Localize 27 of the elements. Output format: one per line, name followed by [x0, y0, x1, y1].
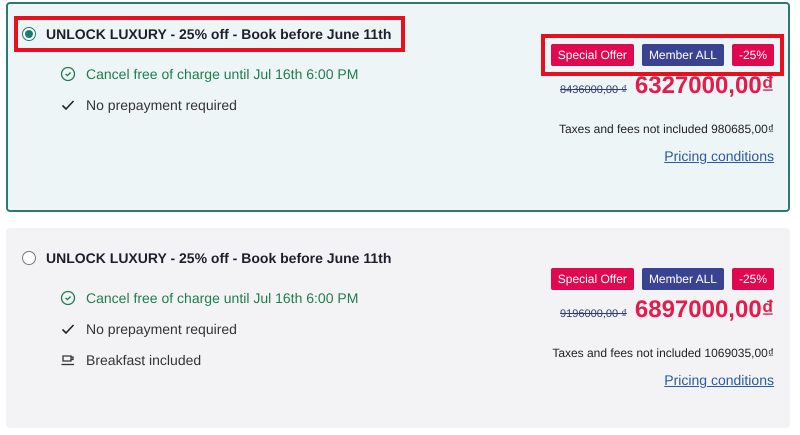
clock-icon	[60, 66, 76, 82]
offer-badge: Special Offer	[550, 44, 634, 66]
taxes-note: Taxes and fees not included 1069035,00₫	[552, 346, 774, 360]
offer-card[interactable]	[6, 228, 790, 428]
feature-text: Cancel free of charge until Jul 16th 6:00 PM	[86, 290, 358, 306]
feature-text: No prepayment required	[86, 96, 237, 112]
original-price: 8436000,00 ₫	[560, 84, 627, 96]
offer-card[interactable]	[6, 2, 790, 212]
original-price: 9196000,00 ₫	[560, 308, 627, 320]
discounted-price: 6327000,00₫	[634, 72, 774, 100]
radio-button[interactable]	[22, 27, 36, 41]
pricing-conditions-link[interactable]: Pricing conditions	[664, 372, 774, 388]
clock-icon	[60, 290, 76, 306]
offer-badge: Special Offer	[550, 268, 634, 290]
offer-title: UNLOCK LUXURY - 25% off - Book before June 11th	[46, 26, 392, 42]
discounted-price: 6897000,00₫	[634, 296, 774, 324]
feature-text: Breakfast included	[86, 352, 202, 368]
feature-text: No prepayment required	[86, 320, 237, 336]
offer-badge: Member ALL	[642, 44, 724, 66]
offer-badge: -25%	[732, 44, 774, 66]
radio-button[interactable]	[22, 251, 36, 265]
offer-badge: Member ALL	[642, 268, 724, 290]
offer-badge: -25%	[732, 268, 774, 290]
offer-title: UNLOCK LUXURY - 25% off - Book before June 11th	[46, 250, 392, 266]
taxes-note: Taxes and fees not included 980685,00₫	[559, 122, 774, 136]
pricing-conditions-link[interactable]: Pricing conditions	[664, 148, 774, 164]
feature-text: Cancel free of charge until Jul 16th 6:00 PM	[86, 66, 358, 82]
